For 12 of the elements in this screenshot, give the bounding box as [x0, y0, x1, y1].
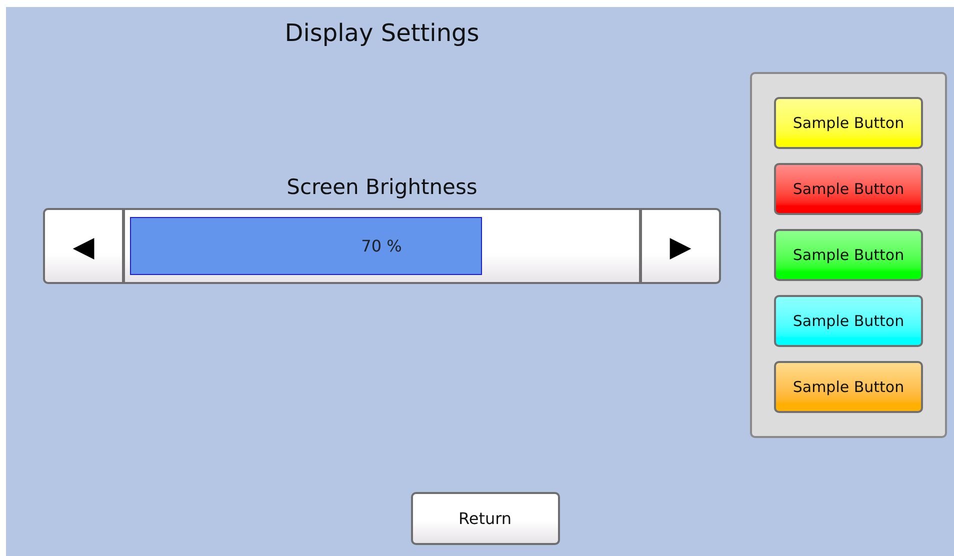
decrease-button[interactable]: ◀ [45, 210, 122, 282]
sample-button[interactable]: Sample Button [774, 295, 923, 347]
increase-button[interactable]: ▶ [642, 210, 719, 282]
sample-button[interactable]: Sample Button [774, 163, 923, 215]
brightness-value: 70 % [361, 236, 402, 256]
slider-track[interactable]: 70 % [130, 217, 633, 275]
sample-button[interactable]: Sample Button [774, 361, 923, 413]
slider-label: Screen Brightness [286, 174, 478, 200]
sample-button[interactable]: Sample Button [774, 97, 923, 149]
screen-title: Display Settings [284, 19, 480, 47]
sample-button[interactable]: Sample Button [774, 229, 923, 281]
return-button[interactable]: Return [410, 492, 560, 545]
